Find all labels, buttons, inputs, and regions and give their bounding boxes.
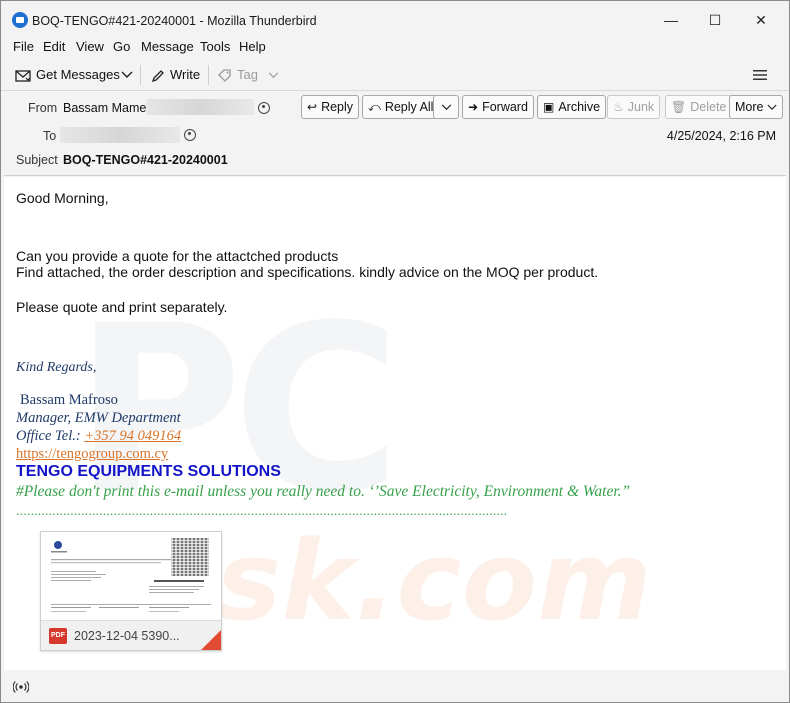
delete-label: Delete (690, 100, 727, 114)
toolbar-divider (208, 65, 209, 85)
get-messages-icon (15, 69, 31, 82)
write-label: Write (170, 67, 201, 82)
thunderbird-window: BOQ-TENGO#421-20240001 - Mozilla Thunder… (0, 0, 790, 703)
tag-button[interactable]: Tag (218, 63, 279, 87)
greeting-text: Good Morning, (16, 190, 109, 206)
to-email-redacted (60, 127, 180, 143)
signature-title: Manager, EMW Department (16, 410, 181, 426)
more-button[interactable]: More (729, 95, 783, 119)
minimize-button[interactable]: — (649, 7, 693, 33)
body-line-2: Find attached, the order description and… (16, 264, 599, 280)
get-messages-label: Get Messages (36, 67, 120, 82)
company-name: TENGO EQUIPMENTS SOLUTIONS (16, 463, 281, 480)
chevron-down-icon (441, 104, 451, 111)
hamburger-icon (753, 70, 767, 80)
subject-label: Subject (16, 153, 58, 167)
pdf-file-icon: PDF (49, 628, 67, 644)
reply-all-dropdown-button[interactable] (433, 95, 459, 119)
from-label: From (28, 101, 58, 115)
tag-chevron-icon (268, 72, 278, 79)
junk-flame-icon: ♨ (613, 100, 624, 114)
archive-icon: ▣ (543, 100, 555, 114)
write-button[interactable]: Write (151, 63, 200, 87)
qr-code-icon (171, 538, 209, 576)
close-button[interactable]: ✕ (739, 7, 783, 33)
print-notice: #Please don't print this e-mail unless y… (16, 483, 631, 500)
message-body: PC risk.com Good Morning, Can you provid… (4, 177, 786, 670)
menu-edit[interactable]: Edit (43, 39, 65, 54)
junk-label: Junk (627, 100, 655, 114)
forward-button[interactable]: ➜ Forward (462, 95, 534, 119)
body-line-1: Can you provide a quote for the attactch… (16, 248, 339, 264)
message-date: 4/25/2024, 2:16 PM (666, 129, 776, 143)
tag-label: Tag (237, 67, 258, 82)
page-fold-icon (201, 628, 221, 650)
reply-all-button[interactable]: ⤺ Reply All (362, 95, 440, 119)
more-chevron-icon (767, 104, 777, 110)
junk-button[interactable]: ♨ Junk (607, 95, 661, 119)
get-messages-dropdown-chevron-icon[interactable] (121, 63, 133, 87)
maximize-button[interactable]: ☐ (693, 7, 737, 33)
reply-icon: ↩ (307, 100, 318, 114)
menu-go[interactable]: Go (113, 39, 130, 54)
message-header: From Bassam Mamet ↩ Reply ⤺ Reply All ➜ For… (4, 92, 786, 176)
window-title: BOQ-TENGO#421-20240001 - Mozilla Thunder… (32, 14, 317, 28)
more-label: More (735, 100, 764, 114)
reply-button[interactable]: ↩ Reply (301, 95, 360, 119)
to-label: To (43, 129, 57, 143)
attachment-preview[interactable]: PDF 2023-12-04 5390... (40, 531, 222, 651)
pencil-icon (151, 69, 164, 82)
title-bar: BOQ-TENGO#421-20240001 - Mozilla Thunder… (1, 1, 789, 35)
to-contact-icon[interactable] (184, 129, 196, 141)
archive-label: Archive (558, 100, 601, 114)
menu-message[interactable]: Message (141, 39, 194, 54)
forward-icon: ➜ (468, 100, 479, 114)
menu-view[interactable]: View (76, 39, 104, 54)
reply-all-label: Reply All (384, 100, 434, 114)
toolbar-divider (140, 65, 141, 85)
website-link[interactable]: https://tengogroup.com.cy (16, 446, 168, 463)
archive-button[interactable]: ▣ Archive (537, 95, 607, 119)
main-toolbar: Get Messages Write Tag (1, 59, 789, 91)
trash-icon: 🗑 (671, 100, 687, 114)
dotted-separator: ........................................… (16, 503, 508, 518)
menu-help[interactable]: Help (239, 39, 266, 54)
office-tel-line: Office Tel.: +357 94 049164 (16, 428, 181, 445)
office-phone-link[interactable]: +357 94 049164 (84, 428, 181, 444)
tag-icon (218, 68, 231, 82)
regards-text: Kind Regards, (16, 360, 97, 375)
body-line-3: Please quote and print separately. (16, 299, 228, 315)
get-messages-button[interactable]: Get Messages (15, 63, 120, 87)
from-name[interactable]: Bassam Mamet (63, 101, 150, 115)
delete-button[interactable]: 🗑 Delete (665, 95, 733, 119)
forward-label: Forward (482, 100, 528, 114)
thunderbird-logo-icon (12, 12, 28, 28)
online-status-icon[interactable] (12, 680, 30, 697)
add-contact-icon[interactable] (258, 102, 270, 114)
attachment-filename[interactable]: 2023-12-04 5390... (74, 629, 180, 643)
reply-label: Reply (321, 100, 354, 114)
office-tel-label: Office Tel.: (16, 428, 81, 444)
menu-file[interactable]: File (13, 39, 34, 54)
signature-name: Bassam Mafroso (20, 392, 118, 408)
status-bar (1, 673, 789, 702)
menu-bar: File Edit View Go Message Tools Help (1, 35, 789, 57)
from-email-redacted (146, 99, 254, 115)
subject-value: BOQ-TENGO#421-20240001 (63, 153, 228, 167)
attachment-bar[interactable]: PDF 2023-12-04 5390... (41, 620, 221, 650)
reply-all-icon: ⤺ (368, 100, 381, 114)
menu-tools[interactable]: Tools (200, 39, 230, 54)
app-menu-button[interactable] (753, 65, 767, 89)
